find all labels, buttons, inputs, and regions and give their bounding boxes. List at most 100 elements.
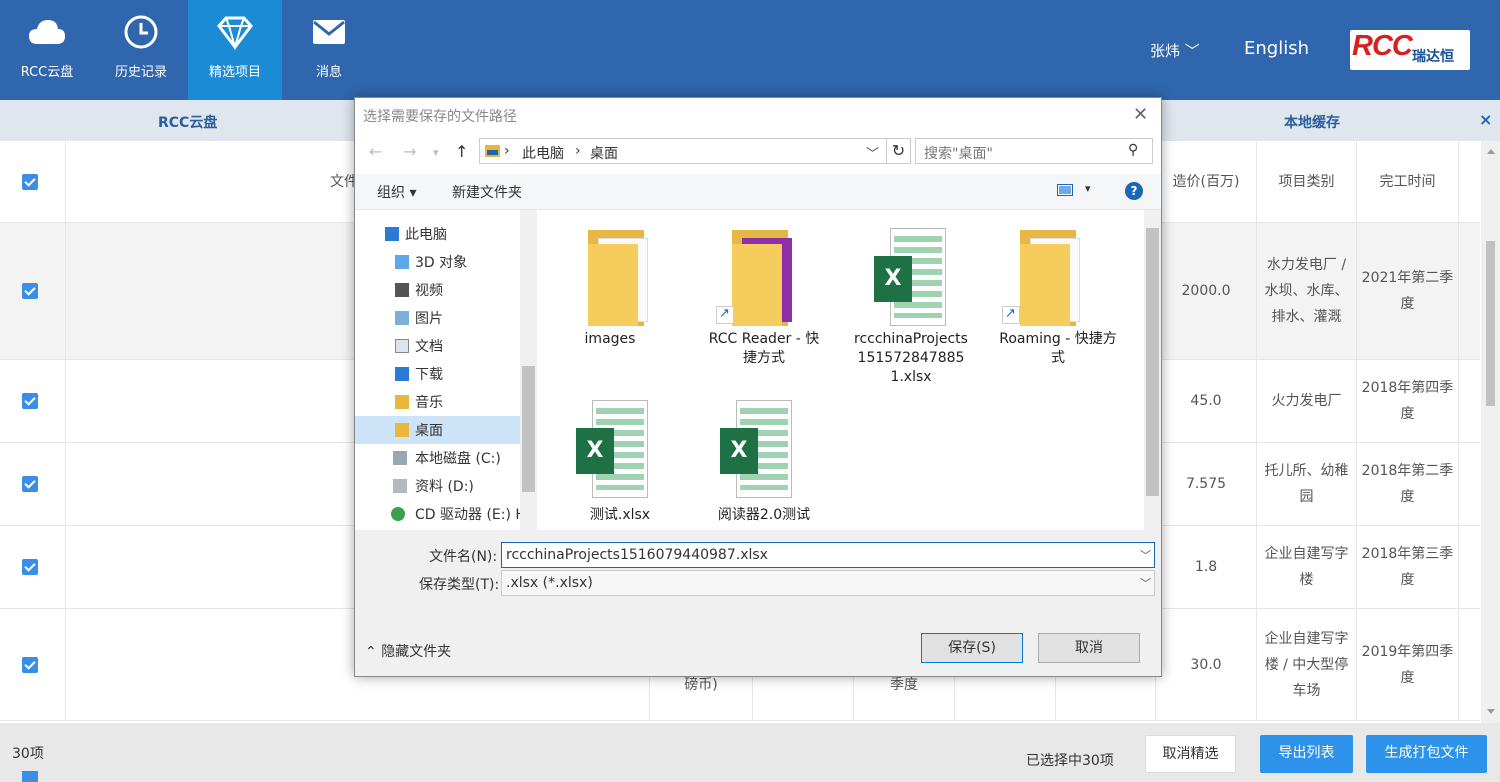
files-scrollbar[interactable] xyxy=(1144,210,1161,530)
tree-scroll-thumb[interactable] xyxy=(522,366,535,492)
row-select-cell xyxy=(0,360,66,442)
row-checkbox[interactable] xyxy=(22,283,38,299)
file-item-rcc-reader-shortcut[interactable]: RCC Reader - 快捷方式 xyxy=(702,210,826,366)
row-category: 企业自建写字楼 / 中大型停车场 xyxy=(1257,609,1357,720)
footer-bar: 30项 已选择中30项 取消精选 导出列表 生成打包文件 xyxy=(0,723,1500,782)
organize-menu[interactable]: 组织 ▾ xyxy=(377,182,416,202)
tree-item-documents[interactable]: 文档 xyxy=(355,332,520,360)
nav-history[interactable]: 历史记录 xyxy=(94,0,188,100)
filetype-select[interactable]: .xlsx (*.xlsx) ﹀ xyxy=(501,570,1155,596)
tree-item-drive-d[interactable]: 资料 (D:) xyxy=(355,472,520,500)
cancel-button[interactable]: 取消 xyxy=(1038,633,1140,663)
filetype-label: 保存类型(T): xyxy=(419,577,500,593)
tree-scrollbar[interactable] xyxy=(520,210,537,530)
row-price: 2000.0 xyxy=(1156,223,1257,359)
hide-folders-toggle[interactable]: ⌃ 隐藏文件夹 xyxy=(365,641,451,661)
refresh-icon[interactable]: ↻ xyxy=(887,138,911,164)
scroll-down-icon[interactable] xyxy=(1487,709,1495,714)
nav-cloud-drive[interactable]: RCC云盘 xyxy=(0,0,94,100)
nav-messages[interactable]: 消息 xyxy=(282,0,376,100)
save-button[interactable]: 保存(S) xyxy=(921,633,1023,663)
tree-item-3d-objects[interactable]: 3D 对象 xyxy=(355,248,520,276)
file-item-images[interactable]: images xyxy=(548,210,672,347)
chevron-down-icon[interactable]: ﹀ xyxy=(1140,575,1151,591)
brand-logo: RCC 瑞达恒 xyxy=(1350,30,1470,70)
view-mode-icon[interactable] xyxy=(1057,184,1073,196)
tree-item-videos[interactable]: 视频 xyxy=(355,276,520,304)
back-arrow-icon[interactable]: ← xyxy=(369,142,382,161)
tree-item-drive-c[interactable]: 本地磁盘 (C:) xyxy=(355,444,520,472)
chevron-up-icon: ⌃ xyxy=(365,644,382,660)
save-file-dialog: 选择需要保存的文件路径 ✕ ← → ▾ ↑ › 此电脑 › 桌面 ﹀ ↻ 搜索"… xyxy=(354,97,1162,677)
files-scroll-thumb[interactable] xyxy=(1146,228,1159,496)
file-item-test-xlsx[interactable]: X 测试.xlsx xyxy=(558,388,682,528)
file-name: Roaming - 快捷方式 xyxy=(999,331,1117,366)
row-checkbox[interactable] xyxy=(22,559,38,575)
row-checkbox[interactable] xyxy=(22,656,38,673)
scroll-up-icon[interactable] xyxy=(1487,149,1495,154)
select-all-checkbox[interactable] xyxy=(22,173,38,190)
row-checkbox[interactable] xyxy=(22,476,38,492)
tree-item-this-pc[interactable]: 此电脑 xyxy=(355,220,520,248)
recent-dropdown-icon[interactable]: ▾ xyxy=(433,146,439,159)
excel-file-icon: X xyxy=(720,400,792,498)
row-price: 45.0 xyxy=(1156,360,1257,442)
cloud-panel-title: RCC云盘 xyxy=(158,115,218,131)
tree-item-label: 本地磁盘 (C:) xyxy=(415,451,501,467)
dialog-title: 选择需要保存的文件路径 xyxy=(363,109,517,125)
header-price: 造价(百万) xyxy=(1156,141,1257,222)
logo-rcc-text: RCC xyxy=(1352,30,1413,62)
search-icon[interactable]: ⚲ xyxy=(1128,142,1138,158)
scroll-thumb[interactable] xyxy=(1486,241,1495,406)
footer-checkbox[interactable] xyxy=(22,771,38,782)
tree-item-downloads[interactable]: 下载 xyxy=(355,360,520,388)
help-icon[interactable]: ? xyxy=(1125,182,1143,200)
nav-featured[interactable]: 精选项目 xyxy=(188,0,282,100)
file-item-roaming-shortcut[interactable]: Roaming - 快捷方式 xyxy=(996,210,1120,366)
file-item-rccchina-xlsx[interactable]: X rccchinaProjects1515728478851.xlsx xyxy=(849,210,973,385)
row-select-cell xyxy=(0,526,66,608)
file-name: rccchinaProjects1515728478851.xlsx xyxy=(854,331,968,385)
tree-item-label: 3D 对象 xyxy=(415,255,468,271)
tree-item-music[interactable]: 音乐 xyxy=(355,388,520,416)
chevron-down-icon[interactable]: ﹀ xyxy=(866,143,879,162)
tree-item-pictures[interactable]: 图片 xyxy=(355,304,520,332)
breadcrumb-desktop[interactable]: 桌面 xyxy=(590,143,618,163)
music-icon xyxy=(395,395,409,409)
new-folder-button[interactable]: 新建文件夹 xyxy=(452,182,522,202)
row-category: 托儿所、幼稚园 xyxy=(1257,443,1357,525)
chevron-right-icon: › xyxy=(504,143,510,159)
address-bar[interactable]: › 此电脑 › 桌面 ﹀ xyxy=(479,138,887,164)
breadcrumb-this-pc[interactable]: 此电脑 xyxy=(522,143,564,163)
shortcut-arrow-icon xyxy=(716,306,734,324)
nav-featured-label: 精选项目 xyxy=(208,65,261,80)
row-category: 水力发电厂 / 水坝、水库、排水、灌溉 xyxy=(1257,223,1357,359)
tree-item-label: 下载 xyxy=(415,367,443,383)
table-scrollbar[interactable] xyxy=(1481,141,1500,723)
tree-item-label: CD 驱动器 (E:) H xyxy=(415,507,526,523)
file-item-reader-test[interactable]: X 阅读器2.0测试 xyxy=(702,388,826,528)
tree-item-label: 桌面 xyxy=(415,423,443,439)
language-switch[interactable]: English xyxy=(1244,38,1309,59)
tree-item-desktop[interactable]: 桌面 xyxy=(355,416,520,444)
dialog-close-icon[interactable]: ✕ xyxy=(1133,104,1148,125)
file-name: RCC Reader - 快捷方式 xyxy=(708,331,820,366)
generate-package-button[interactable]: 生成打包文件 xyxy=(1366,735,1487,773)
logo-cn-text: 瑞达恒 xyxy=(1412,49,1454,65)
cancel-featured-button[interactable]: 取消精选 xyxy=(1145,735,1236,773)
forward-arrow-icon[interactable]: → xyxy=(403,142,416,161)
tree-item-cd-drive[interactable]: CD 驱动器 (E:) H xyxy=(355,500,526,528)
row-completion: 2018年第三季度 xyxy=(1357,526,1459,608)
chevron-down-icon[interactable]: ﹀ xyxy=(1140,547,1151,563)
filename-field[interactable]: rccchinaProjects1516079440987.xlsx ﹀ xyxy=(501,542,1155,568)
row-checkbox[interactable] xyxy=(22,393,38,409)
close-icon[interactable]: × xyxy=(1479,110,1492,129)
export-list-button[interactable]: 导出列表 xyxy=(1260,735,1353,773)
search-input[interactable]: 搜索"桌面" ⚲ xyxy=(915,138,1153,164)
download-icon xyxy=(395,367,409,381)
view-dropdown-icon[interactable]: ▾ xyxy=(1085,182,1091,195)
user-menu[interactable]: 张炜 ﹀ xyxy=(1150,40,1200,61)
row-completion: 2018年第二季度 xyxy=(1357,443,1459,525)
picture-icon xyxy=(395,311,409,325)
up-arrow-icon[interactable]: ↑ xyxy=(455,142,468,161)
